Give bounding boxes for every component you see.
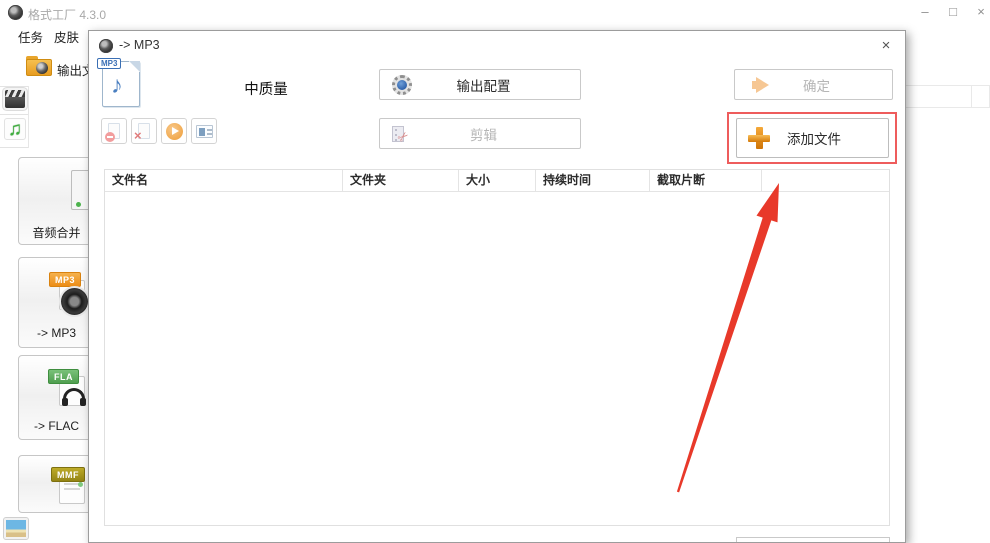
- dialog-close-icon[interactable]: ×: [875, 36, 897, 56]
- remove-file-button[interactable]: [101, 118, 127, 144]
- clip-label: 剪辑: [470, 127, 497, 143]
- clear-list-button[interactable]: ×: [131, 118, 157, 144]
- file-info-icon: [196, 125, 213, 138]
- clip-button[interactable]: ✂ 剪辑: [379, 118, 581, 149]
- file-list-area[interactable]: [105, 192, 889, 526]
- app-logo-icon: [8, 5, 23, 20]
- play-button[interactable]: [161, 118, 187, 144]
- file-table: 文件名 文件夹 大小 持续时间 截取片断: [104, 169, 890, 526]
- mp3-badge: MP3: [49, 272, 82, 287]
- tab-separator: [0, 86, 28, 87]
- file-info-button[interactable]: [191, 118, 217, 144]
- play-icon: [166, 123, 183, 140]
- ok-arrow-icon: [752, 74, 777, 96]
- tabstrip-divider: [28, 86, 29, 148]
- bottom-partial-button[interactable]: [736, 537, 890, 542]
- dialog-logo-icon: [99, 39, 113, 53]
- background-table-fragment: [898, 85, 990, 108]
- tab-separator: [0, 114, 28, 115]
- column-header-filler: [762, 170, 889, 191]
- ok-button[interactable]: 确定: [734, 69, 893, 100]
- sidebar-item-to-flac[interactable]: FLA -> FLAC: [18, 355, 95, 440]
- column-header-size[interactable]: 大小: [459, 170, 536, 191]
- audio-tab-icon[interactable]: ♫: [4, 118, 26, 140]
- music-note-icon: ♪: [111, 72, 123, 99]
- sidebar-item-to-mp3[interactable]: MP3 -> MP3: [18, 257, 95, 348]
- mp3-file-icon: MP3 ♪: [97, 58, 140, 107]
- close-button[interactable]: ×: [969, 2, 990, 22]
- minimize-button[interactable]: –: [913, 2, 937, 22]
- mmf-badge: MMF: [51, 467, 85, 482]
- dialog-title: -> MP3: [119, 38, 160, 52]
- add-file-label: 添加文件: [787, 132, 841, 147]
- tab-separator: [0, 147, 28, 148]
- column-header-clip-segment[interactable]: 截取片断: [650, 170, 762, 191]
- sidebar-item-label: -> MP3: [36, 326, 76, 340]
- table-header-row: 文件名 文件夹 大小 持续时间 截取片断: [105, 170, 889, 192]
- video-tab-icon[interactable]: [5, 90, 25, 108]
- sidebar-item-label: 音频合并: [32, 226, 81, 240]
- output-config-label: 输出配置: [456, 78, 511, 94]
- output-config-button[interactable]: 输出配置: [379, 69, 581, 100]
- clip-icon: ✂: [391, 123, 413, 145]
- menu-task[interactable]: 任务: [14, 25, 47, 48]
- sidebar-item-audio-merge[interactable]: 音频合并: [18, 157, 97, 245]
- mp3-file-badge: MP3: [97, 58, 122, 69]
- fla-badge: FLA: [48, 369, 79, 384]
- ok-label: 确定: [803, 78, 830, 94]
- add-file-button[interactable]: 添加文件: [736, 118, 889, 158]
- column-header-folder[interactable]: 文件夹: [343, 170, 459, 191]
- mp3-dialog: -> MP3 × MP3 ♪ 中质量 输出配置 ✂ 剪辑 确定 添加文件 × 文…: [88, 30, 906, 543]
- picture-tab-icon[interactable]: [3, 517, 29, 540]
- sidebar-item-label: -> FLAC: [33, 419, 79, 433]
- column-header-filename[interactable]: 文件名: [105, 170, 343, 191]
- speaker-icon: [61, 288, 88, 315]
- sidebar-item-to-mmf[interactable]: MMF: [18, 455, 95, 513]
- add-plus-icon: [748, 127, 770, 149]
- output-folder-icon: [26, 56, 52, 76]
- maximize-button[interactable]: □: [941, 2, 965, 22]
- menu-skin[interactable]: 皮肤: [50, 25, 83, 48]
- gear-icon: [391, 74, 413, 96]
- column-header-duration[interactable]: 持续时间: [536, 170, 650, 191]
- window-title: 格式工厂 4.3.0: [28, 8, 107, 22]
- quality-label: 中质量: [244, 82, 288, 98]
